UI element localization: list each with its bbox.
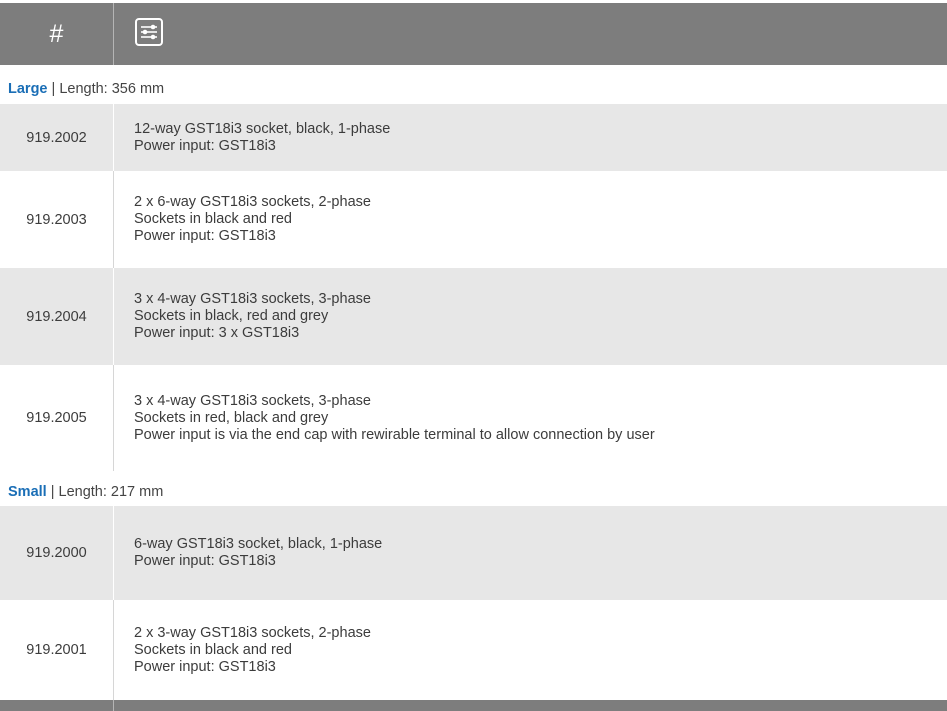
table-row: 919.2002 12-way GST18i3 socket, black, 1… [0, 104, 947, 171]
section-heading-small: Small | Length: 217 mm [8, 484, 163, 500]
article-description: 3 x 4-way GST18i3 sockets, 3-phase Socke… [114, 393, 655, 444]
description-line: 3 x 4-way GST18i3 sockets, 3-phase [134, 291, 371, 307]
article-number: 919.2003 [0, 171, 114, 268]
article-description: 2 x 6-way GST18i3 sockets, 2-phase Socke… [114, 194, 371, 245]
section-name: Large [8, 81, 48, 97]
article-number: 919.2004 [0, 268, 114, 365]
footer-left-cell [0, 700, 114, 711]
description-line: Sockets in red, black and grey [134, 409, 329, 426]
description-line: 2 x 6-way GST18i3 sockets, 2-phase [134, 194, 371, 210]
description-line: Power input: GST18i3 [134, 658, 276, 675]
description-line: Sockets in black and red [134, 211, 292, 227]
section-heading-large: Large | Length: 356 mm [8, 81, 164, 97]
article-description: 3 x 4-way GST18i3 sockets, 3-phase Socke… [114, 291, 371, 342]
article-description: 12-way GST18i3 socket, black, 1-phase Po… [114, 121, 390, 155]
article-number: 919.2000 [0, 506, 114, 600]
table-row: 919.2004 3 x 4-way GST18i3 sockets, 3-ph… [0, 268, 947, 365]
description-line: 12-way GST18i3 socket, black, 1-phase [134, 120, 391, 137]
article-number: 919.2002 [0, 104, 114, 171]
article-number: 919.2005 [0, 365, 114, 471]
sliders-icon[interactable] [134, 17, 164, 52]
section-length: | Length: 356 mm [47, 81, 165, 97]
description-line: Sockets in black, red and grey [134, 308, 329, 324]
table-header: # [0, 3, 947, 65]
article-number: 919.2001 [0, 600, 114, 700]
section-length: | Length: 217 mm [46, 484, 164, 500]
table-row: 919.2003 2 x 6-way GST18i3 sockets, 2-ph… [0, 171, 947, 268]
article-description: 2 x 3-way GST18i3 sockets, 2-phase Socke… [114, 625, 371, 676]
table-row: 919.2000 6-way GST18i3 socket, black, 1-… [0, 506, 947, 600]
table-row: 919.2005 3 x 4-way GST18i3 sockets, 3-ph… [0, 365, 947, 471]
column-header-number: # [0, 3, 114, 65]
description-line: 3 x 4-way GST18i3 sockets, 3-phase [134, 392, 371, 409]
description-line: 6-way GST18i3 socket, black, 1-phase [134, 536, 383, 552]
table-row: 919.2001 2 x 3-way GST18i3 sockets, 2-ph… [0, 600, 947, 700]
description-line: Sockets in black and red [134, 641, 292, 658]
description-line: Power input: GST18i3 [134, 137, 276, 154]
description-line: Power input: GST18i3 [134, 228, 276, 244]
column-header-description [114, 3, 947, 65]
description-line: 2 x 3-way GST18i3 sockets, 2-phase [134, 624, 371, 641]
section-name: Small [8, 484, 47, 500]
table-footer [0, 700, 947, 711]
description-line: Power input: 3 x GST18i3 [134, 325, 300, 341]
article-description: 6-way GST18i3 socket, black, 1-phase Pow… [114, 536, 382, 570]
description-line: Power input is via the end cap with rewi… [134, 426, 655, 443]
description-line: Power input: GST18i3 [134, 553, 276, 569]
